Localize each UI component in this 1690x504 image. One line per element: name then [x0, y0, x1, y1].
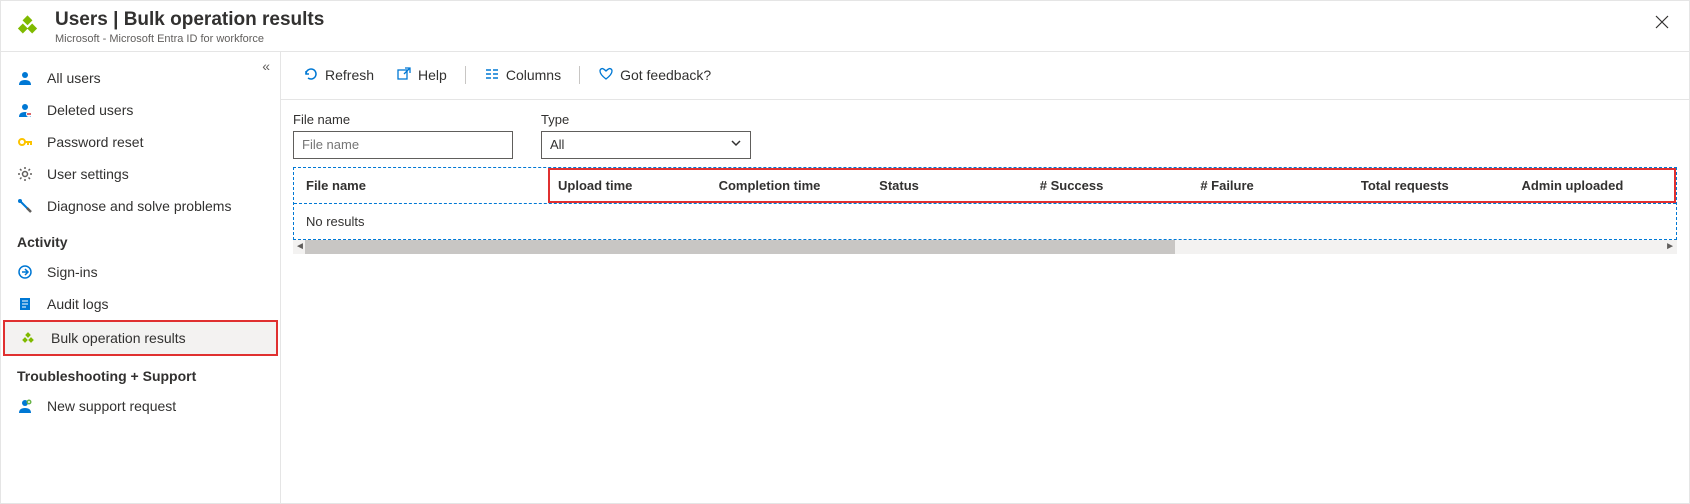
table-empty-message: No results: [294, 204, 1676, 239]
user-deleted-icon: [17, 102, 33, 118]
main-content: Refresh Help Columns Got feedback? File …: [281, 52, 1689, 504]
support-icon: [17, 398, 33, 414]
sidebar-item-label: Audit logs: [47, 296, 108, 312]
help-button[interactable]: Help: [386, 62, 457, 89]
sidebar-item-bulk-results[interactable]: Bulk operation results: [3, 320, 278, 356]
sidebar-item-label: Bulk operation results: [51, 330, 186, 346]
log-icon: [17, 296, 33, 312]
scroll-left-icon: ◄: [295, 241, 305, 252]
sidebar-item-label: All users: [47, 70, 101, 86]
columns-icon: [484, 66, 500, 85]
type-select[interactable]: All: [541, 131, 751, 159]
close-button[interactable]: [1649, 11, 1675, 36]
sidebar-item-all-users[interactable]: All users: [1, 62, 280, 94]
user-icon: [17, 70, 33, 86]
sidebar-item-password-reset[interactable]: Password reset: [1, 126, 280, 158]
wrench-icon: [17, 198, 33, 214]
horizontal-scrollbar[interactable]: ◄ ►: [293, 240, 1677, 254]
sidebar-section-troubleshoot: Troubleshooting + Support: [1, 356, 280, 390]
toolbar-separator: [579, 66, 580, 84]
page-title: Users | Bulk operation results: [55, 9, 324, 32]
external-link-icon: [396, 66, 412, 85]
col-admin[interactable]: Admin uploaded: [1513, 178, 1674, 193]
page-subtitle: Microsoft - Microsoft Entra ID for workf…: [55, 33, 324, 45]
col-failure[interactable]: # Failure: [1192, 178, 1353, 193]
columns-button[interactable]: Columns: [474, 62, 571, 89]
type-label: Type: [541, 112, 751, 127]
page-header: Users | Bulk operation results Microsoft…: [1, 1, 1689, 52]
sidebar-item-support[interactable]: New support request: [1, 390, 280, 422]
col-file-name[interactable]: File name: [294, 178, 548, 193]
sidebar-item-user-settings[interactable]: User settings: [1, 158, 280, 190]
feedback-button[interactable]: Got feedback?: [588, 62, 721, 89]
filename-input[interactable]: [293, 131, 513, 159]
key-icon: [17, 134, 33, 150]
sidebar-item-label: Sign-ins: [47, 264, 98, 280]
entra-logo-icon: [17, 11, 45, 39]
toolbar-separator: [465, 66, 466, 84]
refresh-button[interactable]: Refresh: [293, 62, 384, 89]
highlighted-columns: Upload time Completion time Status # Suc…: [548, 168, 1676, 203]
collapse-sidebar-button[interactable]: «: [262, 58, 270, 74]
sidebar-item-audit-logs[interactable]: Audit logs: [1, 288, 280, 320]
sidebar-item-signins[interactable]: Sign-ins: [1, 256, 280, 288]
sidebar-item-label: New support request: [47, 398, 176, 414]
close-icon: [1655, 15, 1669, 29]
results-table: File name Upload time Completion time St…: [293, 167, 1677, 240]
chevron-down-icon: [730, 137, 742, 152]
filters-row: File name Type All: [281, 100, 1689, 167]
table-header-row: File name Upload time Completion time St…: [294, 168, 1676, 204]
sidebar-item-label: Deleted users: [47, 102, 133, 118]
col-status[interactable]: Status: [871, 178, 1032, 193]
scroll-right-icon: ►: [1665, 241, 1675, 252]
col-total[interactable]: Total requests: [1353, 178, 1514, 193]
scrollbar-thumb[interactable]: [305, 240, 1175, 254]
heart-icon: [598, 66, 614, 85]
bulk-icon: [21, 330, 37, 346]
toolbar: Refresh Help Columns Got feedback?: [281, 52, 1689, 100]
signin-icon: [17, 264, 33, 280]
gear-icon: [17, 166, 33, 182]
sidebar-item-label: User settings: [47, 166, 129, 182]
col-completion-time[interactable]: Completion time: [711, 178, 872, 193]
refresh-icon: [303, 66, 319, 85]
filename-label: File name: [293, 112, 513, 127]
sidebar-item-deleted-users[interactable]: Deleted users: [1, 94, 280, 126]
col-upload-time[interactable]: Upload time: [550, 178, 711, 193]
sidebar: « All users Deleted users Password reset…: [1, 52, 281, 504]
sidebar-item-label: Password reset: [47, 134, 143, 150]
sidebar-item-label: Diagnose and solve problems: [47, 198, 231, 214]
sidebar-section-activity: Activity: [1, 222, 280, 256]
col-success[interactable]: # Success: [1032, 178, 1193, 193]
sidebar-item-diagnose[interactable]: Diagnose and solve problems: [1, 190, 280, 222]
